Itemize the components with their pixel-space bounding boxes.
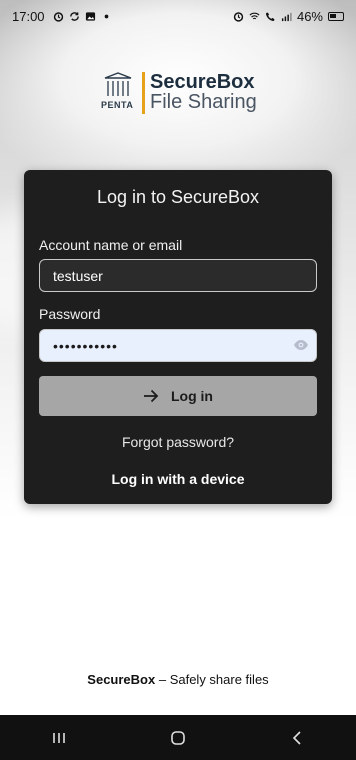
alarm-icon [233,11,244,22]
arrow-right-icon [144,389,159,403]
login-card: Log in to SecureBox Account name or emai… [24,170,332,504]
logo-subtitle: File Sharing [150,91,257,113]
username-label: Account name or email [39,237,183,253]
penta-logo-mark: PENTA [100,72,138,116]
password-label: Password [39,306,101,322]
username-input[interactable] [39,259,317,292]
home-button[interactable] [158,723,198,753]
alarm-icon [53,11,63,22]
footer-brand: SecureBox [87,672,156,687]
call-icon [265,11,275,21]
back-icon [292,730,301,745]
forgot-password-link[interactable]: Forgot password? [24,434,332,450]
gallery-icon [85,11,95,21]
status-time: 17:00 [12,8,45,24]
sync-icon [69,11,79,21]
logo-title: SecureBox [150,71,255,93]
status-right: 46% [233,9,344,24]
footer-tagline: SecureBox – Safely share files [0,672,356,687]
show-password-icon[interactable] [293,338,309,352]
app-logo: PENTA SecureBox File Sharing [100,72,270,118]
logo-accent-bar [142,72,145,114]
battery-percent: 46% [296,8,323,24]
columns-icon [104,72,132,96]
footer-text: Safely share files [169,672,269,687]
home-icon [171,730,185,745]
password-input[interactable] [39,329,317,362]
dot-icon [104,14,108,18]
system-nav-bar [0,715,356,760]
logo-wordmark: SecureBox File Sharing [150,72,257,112]
status-bar: 17:00 46% [0,0,356,32]
login-button-label: Log in [171,388,213,404]
recents-icon [53,732,66,743]
recents-button[interactable] [39,723,79,753]
status-left: 17:00 [12,9,112,24]
login-button[interactable]: Log in [39,376,317,416]
logo-caption: PENTA [101,100,134,110]
signal-icon [281,12,292,21]
wifi-icon [249,12,260,19]
login-with-device-link[interactable]: Log in with a device [24,471,332,487]
back-button[interactable] [277,723,317,753]
footer-separator: – [155,672,170,687]
login-title: Log in to SecureBox [96,187,260,207]
battery-icon [328,11,344,21]
